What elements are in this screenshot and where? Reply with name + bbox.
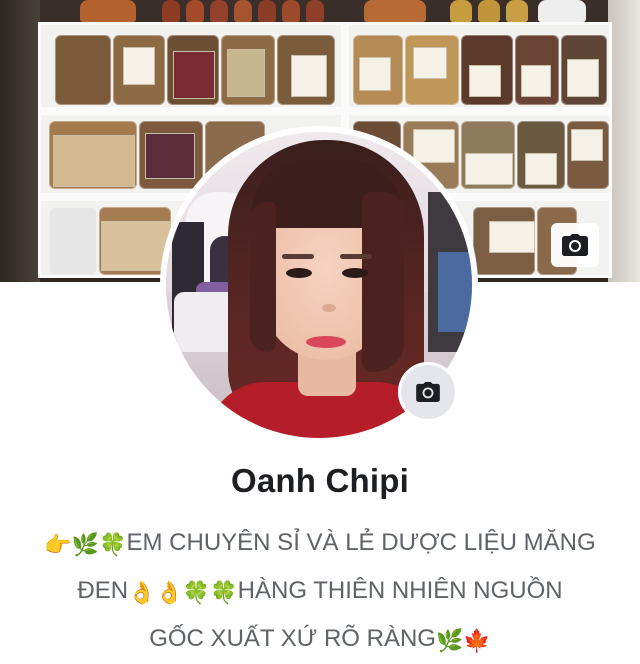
bio-text: EM CHUYÊN SỈ VÀ LẺ DƯỢC LIỆU MĂNG: [126, 529, 596, 556]
bio-emoji: 🌿🍁: [435, 628, 491, 653]
edit-profile-picture-button[interactable]: [398, 362, 458, 422]
profile-name: Oanh Chipi: [231, 462, 409, 499]
cover-top-ornaments: [80, 0, 600, 22]
bio-line-2: ĐEN👌👌🍀🍀HÀNG THIÊN NHIÊN NGUỒN: [14, 568, 626, 616]
camera-icon: [562, 234, 588, 256]
bio-emoji: 👉🌿🍀: [44, 532, 127, 557]
cover-background-left: [0, 0, 40, 282]
bio-text: ĐEN: [77, 577, 129, 604]
profile-bio: 👉🌿🍀EM CHUYÊN SỈ VÀ LẺ DƯỢC LIỆU MĂNG ĐEN…: [14, 520, 626, 664]
camera-icon: [416, 382, 440, 402]
cover-background-right: [608, 0, 640, 282]
bio-line-1: 👉🌿🍀EM CHUYÊN SỈ VÀ LẺ DƯỢC LIỆU MĂNG: [14, 520, 626, 568]
bio-text: HÀNG THIÊN NHIÊN NGUỒN: [237, 577, 563, 604]
edit-cover-button[interactable]: [551, 223, 599, 267]
bio-text: GỐC XUẤT XỨ RÕ RÀNG: [149, 625, 436, 652]
bio-emoji: 👌👌🍀🍀: [128, 580, 238, 605]
bio-line-3: GỐC XUẤT XỨ RÕ RÀNG🌿🍁: [14, 616, 626, 664]
